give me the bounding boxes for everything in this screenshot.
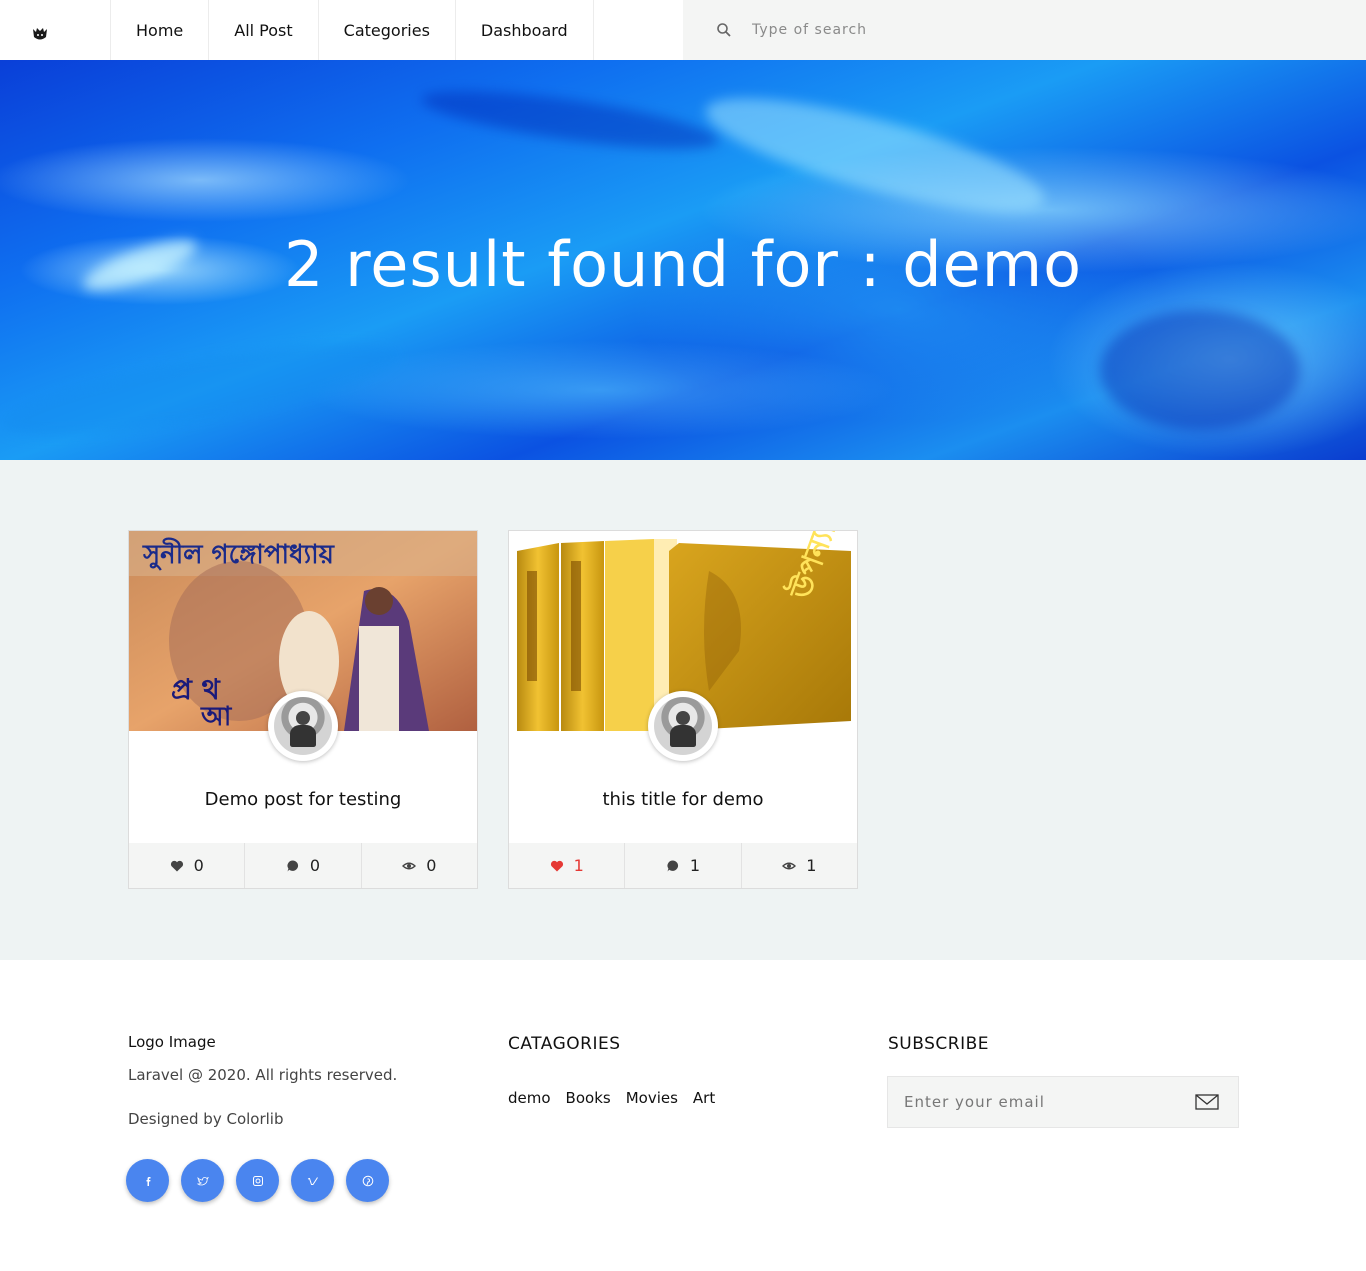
footer: Logo Image Laravel @ 2020. All rights re… (0, 960, 1366, 1271)
nav-categories[interactable]: Categories (319, 0, 456, 60)
footer-copyright: Laravel @ 2020. All rights reserved. (128, 1066, 398, 1084)
category-link-demo[interactable]: demo (508, 1089, 551, 1107)
post-stats: 0 0 0 (129, 843, 477, 888)
facebook-link[interactable] (126, 1159, 169, 1202)
nav-all-post[interactable]: All Post (209, 0, 319, 60)
search-input[interactable] (752, 10, 1312, 50)
instagram-link[interactable] (236, 1159, 279, 1202)
post-stats: 1 1 1 (509, 843, 857, 888)
like-stat[interactable]: 0 (129, 843, 246, 888)
email-field[interactable] (904, 1093, 1174, 1111)
facebook-icon (146, 1176, 150, 1186)
svg-text:সুনীল গঙ্গোপাধ্যায়: সুনীল গঙ্গোপাধ্যায় (142, 537, 336, 571)
footer-categories-title: CATAGORIES (508, 1034, 621, 1054)
pinterest-icon (362, 1175, 373, 1186)
view-stat[interactable]: 1 (742, 843, 857, 888)
vimeo-link[interactable] (291, 1159, 334, 1202)
view-count: 1 (806, 856, 817, 875)
hero-banner: 2 result found for : demo (0, 60, 1366, 460)
cat-logo-icon (33, 28, 47, 40)
pinterest-link[interactable] (346, 1159, 389, 1202)
footer-designed-by: Designed by Colorlib (128, 1110, 284, 1128)
eye-icon (782, 862, 797, 869)
post-title[interactable]: Demo post for testing (129, 789, 477, 810)
nav-home[interactable]: Home (111, 0, 210, 60)
author-avatar[interactable] (648, 691, 718, 761)
comment-stat[interactable]: 0 (245, 843, 362, 888)
results-section: সুনীল গঙ্গোপাধ্যায় প্র থ আ Demo post fo… (0, 460, 1366, 960)
view-count: 0 (426, 856, 437, 875)
navbar: Home All Post Categories Dashboard (0, 0, 1366, 60)
logo[interactable] (0, 0, 111, 60)
comment-count: 1 (689, 856, 701, 875)
footer-subscribe-title: SUBSCRIBE (888, 1034, 989, 1054)
envelope-icon[interactable] (1194, 1092, 1220, 1112)
like-count: 1 (573, 856, 584, 875)
vimeo-icon (307, 1176, 318, 1185)
category-link-art[interactable]: Art (693, 1089, 715, 1107)
twitter-link[interactable] (181, 1159, 224, 1202)
svg-text:আ: আ (200, 702, 233, 731)
post-card[interactable]: সুনীল গঙ্গোপাধ্যায় প্র থ আ Demo post fo… (128, 530, 478, 889)
search-result-heading: 2 result found for : demo (283, 228, 1083, 301)
category-link-movies[interactable]: Movies (626, 1089, 678, 1107)
category-link-books[interactable]: Books (566, 1089, 611, 1107)
comment-icon (667, 859, 678, 871)
footer-logo: Logo Image (128, 1033, 216, 1051)
subscribe-form (887, 1076, 1239, 1128)
like-count: 0 (193, 856, 204, 875)
social-links (126, 1159, 401, 1202)
twitter-icon (196, 1176, 209, 1185)
heart-icon (550, 860, 563, 871)
heart-icon (170, 860, 183, 871)
post-card[interactable]: উপন্যাস this title for demo 1 1 1 (508, 530, 858, 889)
author-avatar[interactable] (268, 691, 338, 761)
view-stat[interactable]: 0 (362, 843, 477, 888)
comment-count: 0 (309, 856, 321, 875)
post-title[interactable]: this title for demo (509, 789, 857, 810)
search-icon[interactable] (716, 22, 732, 38)
footer-categories: demo Books Movies Art (508, 1089, 730, 1107)
like-stat[interactable]: 1 (509, 843, 626, 888)
nav-dashboard[interactable]: Dashboard (456, 0, 594, 60)
instagram-icon (252, 1175, 263, 1186)
eye-icon (402, 862, 417, 869)
search-bar (683, 0, 1366, 60)
comment-stat[interactable]: 1 (625, 843, 742, 888)
comment-icon (287, 859, 298, 871)
